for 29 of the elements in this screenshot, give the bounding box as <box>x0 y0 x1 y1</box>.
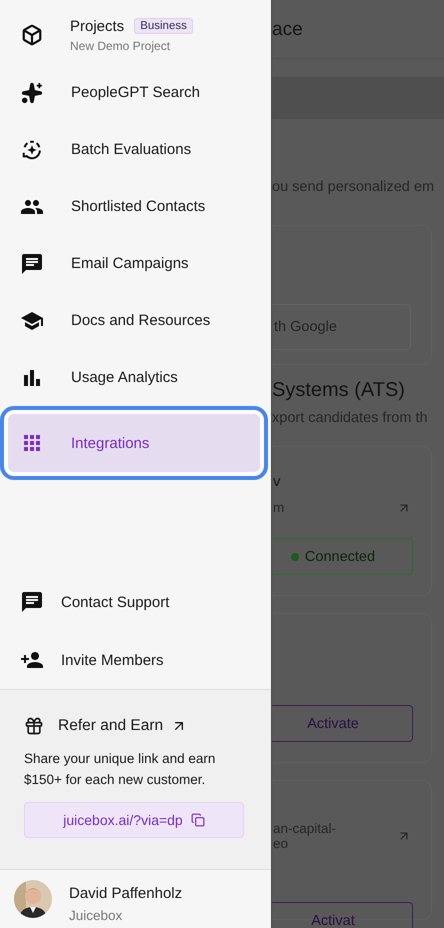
footer-item[interactable]: Contact Support <box>0 573 271 631</box>
projects-item[interactable]: Projects Business New Demo Project <box>0 6 271 64</box>
company-name: Juicebox <box>69 908 124 923</box>
nav-item[interactable]: Integrations <box>0 406 268 480</box>
section-title: Systems (ATS) <box>272 379 406 402</box>
status-dot <box>290 552 299 560</box>
project-name: New Demo Project <box>70 38 172 52</box>
box-icon <box>21 24 43 46</box>
projects-label: Projects <box>70 18 124 34</box>
chat-icon <box>20 590 44 614</box>
nav-item[interactable]: PeopleGPT Search <box>0 64 271 121</box>
nav-item[interactable]: Docs and Resources <box>0 292 271 349</box>
sparkles-icon <box>21 82 43 104</box>
card-title: v <box>273 473 282 490</box>
footer-item[interactable]: Invite Members <box>0 631 271 689</box>
sparkle-circle-icon <box>21 138 43 160</box>
nav-item[interactable]: Email Campaigns <box>0 235 271 292</box>
chat-icon <box>20 252 44 276</box>
referral-description: Share your unique link and earn $150+ for each new customer. <box>24 750 216 789</box>
refer-link[interactable]: Refer and Earn <box>24 716 247 736</box>
user-name: David Paffenholz <box>69 885 182 902</box>
nav-item[interactable]: Shortlisted Contacts <box>0 178 271 235</box>
referral-link-button[interactable]: juicebox.ai/?via=dp <box>24 802 244 838</box>
copy-icon <box>190 813 205 827</box>
nav-item[interactable]: Usage Analytics <box>0 349 271 406</box>
gift-icon <box>24 716 44 736</box>
nav-item[interactable]: Batch Evaluations <box>0 121 271 178</box>
plan-badge: Business <box>134 18 193 34</box>
page-title: ace <box>272 19 304 42</box>
